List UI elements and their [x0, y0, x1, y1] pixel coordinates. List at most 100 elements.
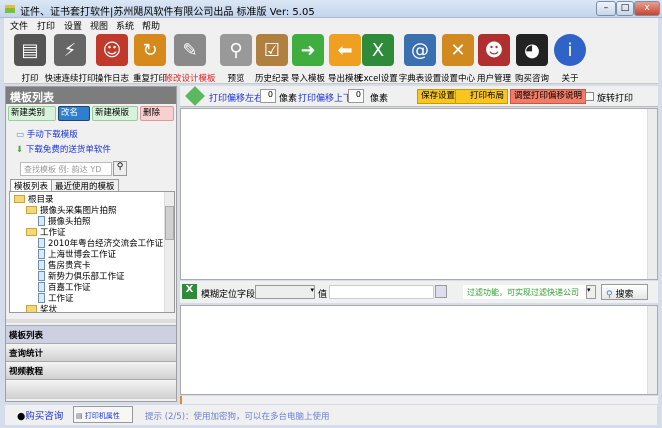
- lookup-icon[interactable]: [435, 285, 447, 298]
- panel-header: 模板列表: [6, 87, 176, 104]
- rotate-checkbox[interactable]: [585, 92, 594, 101]
- printer-properties-button[interactable]: ▤ 打印机属性: [73, 406, 133, 423]
- folder-icon: [26, 206, 37, 214]
- tree-node[interactable]: 奖状: [26, 303, 58, 313]
- value-input[interactable]: [329, 285, 434, 299]
- settings-icon: ✕: [442, 34, 474, 66]
- field-select[interactable]: ▾: [255, 285, 315, 299]
- tip-text: 提示 (2/5)：使用加密狗，可以在多台电脑上使用: [145, 412, 330, 422]
- dictionary-icon: @: [404, 34, 436, 66]
- move-icon: [185, 86, 205, 106]
- offset-lr-label: 打印偏移左右: [209, 94, 264, 104]
- document-icon: [38, 238, 45, 248]
- free-software-link[interactable]: ⬇ 下载免费的送货单软件: [16, 143, 111, 155]
- offset-lr-input[interactable]: 0: [260, 89, 276, 103]
- accordion-template-list[interactable]: 模板列表: [6, 325, 176, 343]
- offset-ud-input[interactable]: 0: [348, 89, 364, 103]
- document-icon: [38, 271, 45, 281]
- preview-icon: ⚲: [220, 34, 252, 66]
- fast-print-icon: ⚡: [54, 34, 86, 66]
- design-canvas[interactable]: [180, 108, 658, 280]
- info-icon: i: [554, 34, 586, 66]
- excel-icon[interactable]: X: [182, 284, 197, 299]
- log-icon: ☺: [96, 34, 128, 66]
- rotate-label: 旋转打印: [597, 94, 634, 104]
- printer-icon: ▤: [76, 412, 85, 420]
- document-icon: [38, 260, 45, 270]
- buy-consult-button[interactable]: ●购买咨询: [17, 408, 63, 422]
- filter-hint-select[interactable]: 过滤功能，可实现过滤快递公司: [463, 285, 586, 299]
- new-template-button[interactable]: 新建模版: [92, 106, 138, 121]
- menu-system[interactable]: 系统: [116, 19, 134, 32]
- document-icon: [38, 282, 45, 292]
- rename-button[interactable]: 改名: [58, 106, 90, 121]
- buy-label: 购买咨询: [25, 411, 64, 422]
- reprint-icon: ↻: [134, 34, 166, 66]
- template-tree: 根目录 摄像头采集图片拍照 摄像头拍照 工作证 2010年粤台经济交流会工作证 上海世博会…: [9, 191, 175, 313]
- unit-label: 像素: [279, 94, 298, 104]
- grid-footer: [180, 396, 658, 404]
- filter-bar: X 模糊定位字段 ▾ 值 过滤功能，可实现过滤快递公司 ▾ ⚲ 搜索: [180, 281, 658, 303]
- print-layout-button[interactable]: 打印布局: [455, 89, 509, 104]
- minimize-button[interactable]: –: [596, 1, 616, 16]
- tree-node-label: 奖状: [40, 305, 58, 313]
- link-label: 手动下载模版: [26, 130, 78, 140]
- folder-icon: [26, 228, 37, 236]
- accordion-empty: [6, 379, 176, 399]
- menu-help[interactable]: 帮助: [142, 19, 160, 32]
- canvas-scrollbar[interactable]: [647, 109, 657, 279]
- value-label: 值: [318, 290, 328, 300]
- unit-label: 像素: [370, 94, 389, 104]
- menu-settings[interactable]: 设置: [64, 19, 82, 32]
- menu-bar: 文件 打印 设置 视图 系统 帮助: [4, 18, 658, 32]
- excel-icon: X: [362, 34, 394, 66]
- data-grid[interactable]: [180, 305, 658, 395]
- offset-toolbar: 打印偏移左右 0 像素 打印偏移上下 0 像素 保存设置 打印布局 调整打印偏移…: [180, 86, 658, 107]
- users-icon: ☻: [478, 34, 510, 66]
- save-settings-button[interactable]: 保存设置: [417, 89, 460, 104]
- toolbar: ▤ 打印 ⚡ 快速连续打印 ☺ 操作日志 ↻ 重复打印 ✎ 修改设计模板 ⚲ 预览 ☑ 历史纪录 ➜ 导入模板…: [4, 32, 658, 84]
- window-title: 证件、证书套打软件|苏州飓风软件有限公司出品 标准版 Ver: 5.05: [20, 7, 315, 18]
- offset-ud-label: 打印偏移上下: [298, 94, 353, 104]
- filter-dropdown[interactable]: ▾: [586, 285, 596, 299]
- splitter[interactable]: [6, 319, 176, 323]
- document-icon: [38, 249, 45, 259]
- close-button[interactable]: x: [634, 1, 660, 16]
- search-label: 搜索: [615, 290, 634, 300]
- manual-download-link[interactable]: ▭ 手动下载模版: [16, 128, 78, 140]
- accordion-query-stats[interactable]: 查询统计: [6, 343, 176, 361]
- delete-button[interactable]: 删除: [140, 106, 174, 121]
- accordion-video-tutorials[interactable]: 视频教程: [6, 361, 176, 379]
- tree-scrollbar[interactable]: [164, 192, 174, 312]
- document-icon: [38, 216, 45, 226]
- printer-icon: ▤: [14, 34, 46, 66]
- new-category-button[interactable]: 新建类别: [8, 106, 56, 121]
- document-icon: [38, 293, 45, 303]
- app-icon: [5, 5, 15, 13]
- template-panel: 模板列表 新建类别 改名 新建模版 删除 ▭ 手动下载模版 ⬇ 下载免费的送货单…: [5, 86, 177, 402]
- template-search-input[interactable]: 查找模板 例: 韵达 YD: [20, 162, 112, 176]
- import-icon: ➜: [292, 34, 324, 66]
- folder-icon: [14, 195, 25, 203]
- menu-file[interactable]: 文件: [10, 19, 28, 32]
- window-icon: ▭: [16, 130, 27, 140]
- status-bar: ●购买咨询 ▤ 打印机属性 提示 (2/5)：使用加密狗，可以在多台电脑上使用: [5, 405, 657, 425]
- grid-scrollbar[interactable]: [647, 306, 657, 394]
- toolbar-label: 关于: [561, 74, 579, 84]
- qq-icon: ◕: [516, 34, 548, 66]
- field-label: 模糊定位字段: [201, 290, 256, 300]
- history-icon: ☑: [256, 34, 288, 66]
- toolbar-info-button[interactable]: i 关于: [548, 34, 592, 84]
- folder-icon: [26, 305, 37, 312]
- design-icon: ✎: [174, 34, 206, 66]
- link-label: 下载免费的送货单软件: [25, 145, 111, 155]
- menu-view[interactable]: 视图: [90, 19, 108, 32]
- search-icon[interactable]: ⚲: [113, 161, 127, 176]
- search-button[interactable]: ⚲ 搜索: [601, 284, 648, 300]
- maximize-button[interactable]: □: [616, 1, 634, 16]
- download-arrow-icon: ⬇: [16, 145, 26, 155]
- menu-print[interactable]: 打印: [37, 19, 55, 32]
- title-bar: 证件、证书套打软件|苏州飓风软件有限公司出品 标准版 Ver: 5.05 – □…: [0, 0, 662, 18]
- printer-label: 打印机属性: [84, 412, 120, 420]
- offset-help-button[interactable]: 调整打印偏移说明: [510, 89, 587, 104]
